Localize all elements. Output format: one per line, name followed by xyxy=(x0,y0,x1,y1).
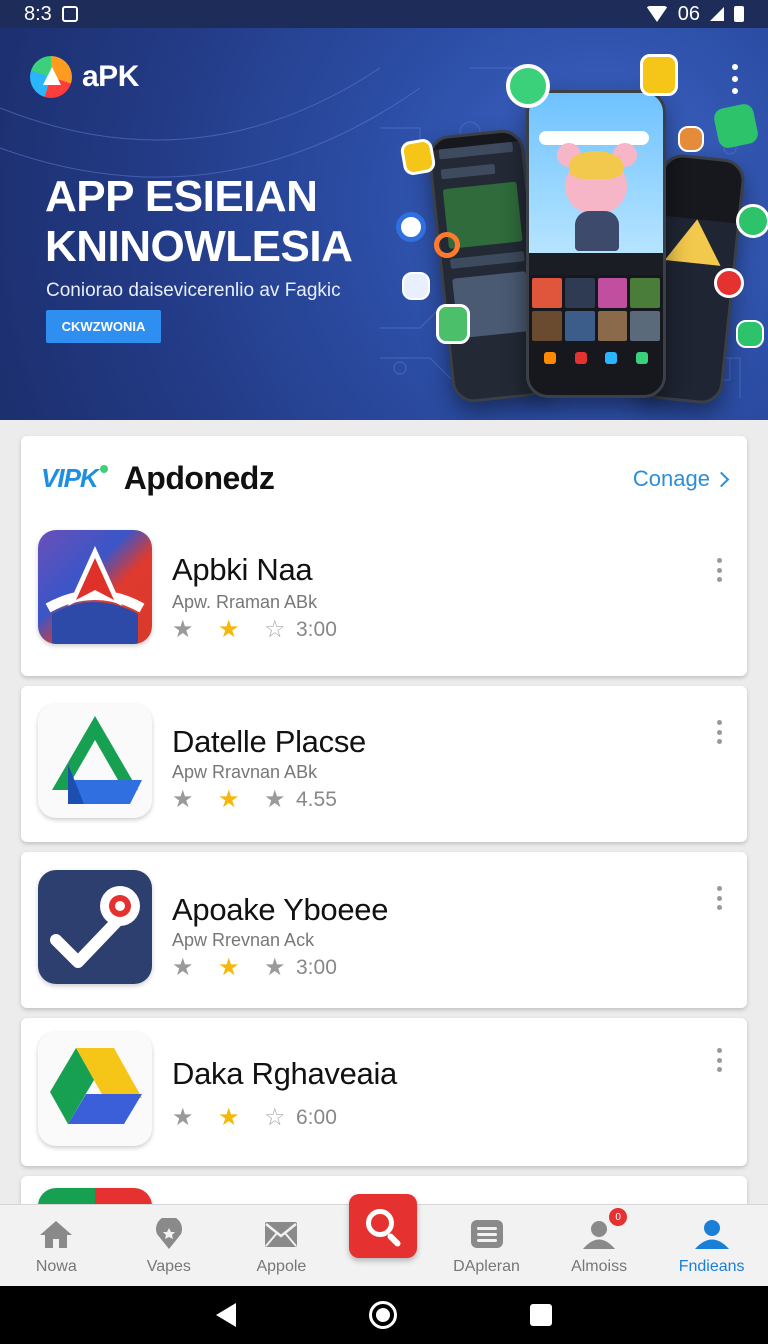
star-icon: ★ xyxy=(218,616,240,643)
app-logo[interactable]: aPK xyxy=(30,56,139,98)
nav-label: Almoiss xyxy=(571,1258,628,1275)
see-all-label: Conage xyxy=(632,466,710,491)
app-name: Apbki Naa xyxy=(172,552,313,587)
app-tile-icon xyxy=(678,126,704,152)
list-item[interactable]: Datelle Placse Apw Rravnan ABk ★ ★ ★ 4.5… xyxy=(21,686,747,842)
overflow-menu-icon[interactable] xyxy=(730,64,740,94)
list-item[interactable]: Apoake Yboeee Apw Rrevnan Ack ★ ★ ★ 3:00 xyxy=(21,852,747,1008)
rating-value: 3:00 xyxy=(296,956,337,979)
app-circle-icon xyxy=(736,204,768,238)
item-menu-icon[interactable] xyxy=(717,720,723,744)
section-title: Apdonedz xyxy=(123,460,275,496)
nav-label: Vapes xyxy=(146,1258,191,1275)
chevron-right-icon xyxy=(713,471,730,487)
app-icon[interactable] xyxy=(38,870,152,984)
app-tile-icon xyxy=(436,304,470,344)
app-rating: ★ ★ ★ 4.55 xyxy=(172,788,337,812)
status-time: 8:3 xyxy=(24,2,52,25)
status-right: 06 xyxy=(645,2,744,26)
location-pin-icon xyxy=(155,1218,182,1249)
app-tile-icon xyxy=(399,137,437,177)
person-icon: 0 xyxy=(581,1208,628,1250)
list-icon xyxy=(470,1220,503,1248)
nav-label: Nowa xyxy=(35,1258,77,1275)
rating-value: 6:00 xyxy=(296,1106,337,1129)
battery-icon xyxy=(734,6,744,22)
rating-value: 3:00 xyxy=(296,618,337,641)
app-rating: ★ ★ ☆ 6:00 xyxy=(172,1106,337,1130)
app-rating: ★ ★ ☆ 3:00 xyxy=(172,618,337,642)
see-all-link[interactable]: Conage xyxy=(632,466,730,492)
wifi-icon xyxy=(645,6,668,22)
app-icon[interactable] xyxy=(38,704,152,818)
app-tile-icon xyxy=(736,320,764,348)
signal-icon xyxy=(710,7,724,21)
item-menu-icon[interactable] xyxy=(717,886,723,910)
star-icon: ★ xyxy=(218,954,240,981)
nav-account[interactable]: Fndieans xyxy=(657,1218,767,1276)
chat-bubble-icon xyxy=(506,64,550,108)
nav-label: DApleran xyxy=(453,1258,520,1275)
battery-percent: 06 xyxy=(677,2,700,25)
list-item[interactable]: Apbki Naa Apw. Rraman ABk ★ ★ ☆ 3:00 xyxy=(21,506,747,676)
account-icon xyxy=(694,1220,729,1249)
app-developer: Apw Rrevnan Ack xyxy=(172,930,315,950)
app-icon[interactable] xyxy=(38,1032,152,1146)
nav-label: Fndieans xyxy=(678,1258,745,1275)
app-screen: 8:3 06 aPK APP ESIEIAN KNINOWLESIA Conio… xyxy=(0,0,768,1344)
app-rating: ★ ★ ★ 3:00 xyxy=(172,956,337,980)
app-tile-icon xyxy=(402,272,430,300)
home-icon xyxy=(40,1221,73,1248)
status-bar: 8:3 06 xyxy=(0,0,768,28)
hero-title: APP ESIEIAN KNINOWLESIA xyxy=(45,172,353,271)
nav-updates[interactable]: DApleran xyxy=(432,1218,542,1276)
item-menu-icon[interactable] xyxy=(717,558,723,582)
star-icon: ★ xyxy=(218,786,240,813)
logo-mark-icon xyxy=(30,56,72,98)
app-name: Daka Rghaveaia xyxy=(172,1056,398,1091)
app-developer: Apw Rravnan ABk xyxy=(172,762,318,782)
nav-apps[interactable]: Appole xyxy=(226,1218,336,1276)
star-icon: ★ xyxy=(172,786,194,813)
logo-text: aPK xyxy=(82,60,139,93)
recent-apps-icon[interactable] xyxy=(529,1304,552,1326)
app-developer: Apw. Rraman ABk xyxy=(172,592,318,612)
star-icon: ★ xyxy=(172,616,194,643)
star-icon: ★ xyxy=(218,1104,240,1131)
list-header: VIPK Apdonedz xyxy=(41,460,275,497)
notification-badge: 0 xyxy=(609,1208,628,1226)
rating-value: 4.55 xyxy=(296,788,337,811)
list-item[interactable]: Daka Rghaveaia ★ ★ ☆ 6:00 xyxy=(21,1018,747,1166)
star-icon: ★ xyxy=(172,954,194,981)
nav-alerts[interactable]: 0 Almoiss xyxy=(544,1208,654,1276)
app-tile-icon xyxy=(640,54,678,96)
status-left: 8:3 xyxy=(24,3,78,26)
app-icon[interactable] xyxy=(38,530,152,644)
notification-icon xyxy=(61,6,78,22)
app-name: Datelle Placse xyxy=(172,724,366,759)
home-button-icon[interactable] xyxy=(368,1301,397,1329)
list-brand-logo: VIPK xyxy=(41,463,108,493)
nav-places[interactable]: Vapes xyxy=(114,1218,224,1276)
app-circle-icon xyxy=(714,268,744,298)
hero-banner[interactable]: aPK APP ESIEIAN KNINOWLESIA Coniorao dai… xyxy=(0,28,768,420)
item-menu-icon[interactable] xyxy=(717,1048,723,1072)
app-name: Apoake Yboeee xyxy=(172,892,389,927)
app-circle-icon xyxy=(396,212,426,242)
app-circle-icon xyxy=(434,232,460,258)
star-icon: ★ xyxy=(172,1104,194,1131)
hero-cta-button[interactable]: CKWZWONIA xyxy=(46,310,161,343)
search-button[interactable] xyxy=(349,1194,417,1258)
system-navigation-bar xyxy=(0,1286,768,1344)
search-icon xyxy=(366,1209,394,1237)
back-icon[interactable] xyxy=(216,1303,237,1327)
nav-home[interactable]: Nowa xyxy=(1,1218,111,1276)
phone-illustration-main xyxy=(526,90,666,398)
nav-label: Appole xyxy=(256,1258,307,1275)
mail-icon xyxy=(265,1222,298,1247)
hero-subtitle: Coniorao daisevicerenlio av Fagkic xyxy=(46,280,341,301)
